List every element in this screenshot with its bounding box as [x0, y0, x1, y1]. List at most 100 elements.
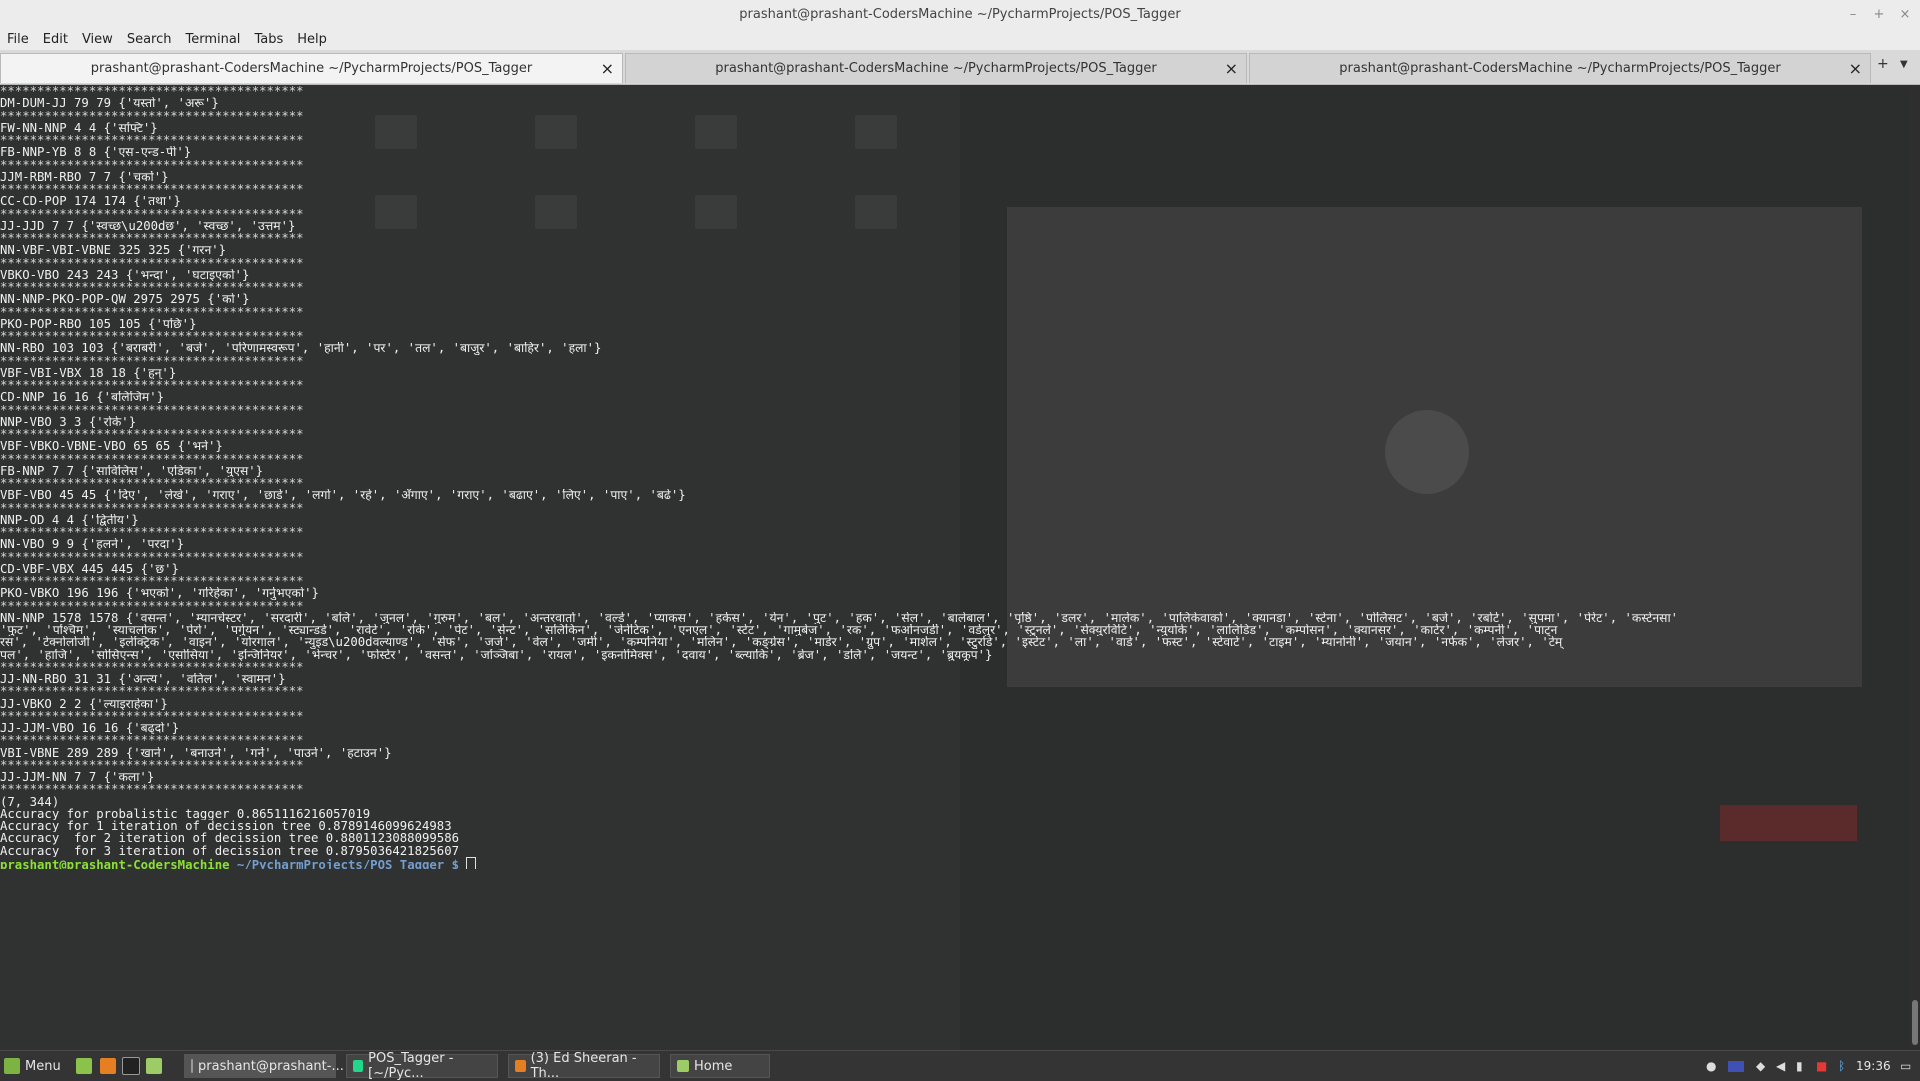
desktop-icon	[76, 1058, 92, 1074]
task-home-label: Home	[694, 1058, 733, 1074]
start-menu-button[interactable]: Menu	[4, 1051, 61, 1081]
launcher-files[interactable]	[146, 1051, 167, 1081]
task-home[interactable]: Home	[670, 1054, 770, 1078]
launcher-terminal[interactable]	[122, 1051, 145, 1081]
tab-bar: prashant@prashant-CodersMachine ~/Pychar…	[0, 50, 1920, 85]
terminal-line: (7, 344)	[0, 795, 60, 808]
terminal-line: ****************************************…	[0, 526, 304, 539]
terminal-line: ****************************************…	[0, 134, 304, 147]
terminal-icon	[191, 1059, 193, 1073]
terminal-line: ****************************************…	[0, 452, 304, 465]
terminal-line: PKO-VBKO 196 196 {'भएको', 'गरिहेका', 'गर…	[0, 587, 319, 600]
task-pycharm[interactable]: POS_Tagger - [~/Pyc...	[346, 1051, 498, 1081]
terminal-icon	[122, 1057, 140, 1075]
task-firefox-label: (3) Ed Sheeran - Th...	[530, 1051, 637, 1081]
terminal-line: ****************************************…	[0, 354, 304, 367]
show-desktop-button[interactable]	[76, 1051, 97, 1081]
menu-help[interactable]: Help	[290, 32, 334, 47]
tab-3[interactable]: prashant@prashant-CodersMachine ~/Pychar…	[1249, 53, 1871, 83]
scrollbar-thumb[interactable]	[1912, 1000, 1918, 1045]
terminal-line: रस', 'टेक्नोलोजी', 'इलेक्ट्रिक', 'वाइन',…	[0, 636, 1563, 649]
firefox-icon	[100, 1058, 116, 1074]
terminal-line: FB-NNP 7 7 {'साविलिस', 'एडिका', 'युएस'}	[0, 464, 264, 477]
tab-3-close-icon[interactable]: ×	[1849, 59, 1862, 78]
tab-2-label: prashant@prashant-CodersMachine ~/Pychar…	[715, 61, 1157, 76]
terminal-line: ****************************************…	[0, 379, 304, 392]
start-menu-label: Menu	[25, 1058, 61, 1074]
task-firefox[interactable]: (3) Ed Sheeran - Th...	[508, 1051, 660, 1081]
terminal-line: PKO-POP-RBO 105 105 {'पछि'}	[0, 317, 197, 330]
terminal-line: FB-NNP-YB 8 8 {'एस-एन्ड-पी'}	[0, 146, 192, 159]
terminal-line: JJ-JJM-NN 7 7 {'कला'}	[0, 771, 155, 784]
terminal-line: VBKO-VBO 243 243 {'भन्दा', 'घटाइएको'}	[0, 268, 250, 281]
terminal-line: Accuracy for 1 iteration of decission tr…	[0, 820, 452, 833]
network-icon[interactable]: ◆	[1756, 1059, 1770, 1073]
user-icon[interactable]: ●	[1706, 1059, 1720, 1073]
terminal-line: Accuracy for probalistic tagger 0.865111…	[0, 807, 371, 820]
terminal-line: ****************************************…	[0, 109, 304, 122]
menu-view[interactable]: View	[75, 32, 120, 47]
terminal-line: ****************************************…	[0, 158, 304, 171]
maximize-icon[interactable]: +	[1866, 0, 1892, 28]
tab-1[interactable]: prashant@prashant-CodersMachine ~/Pychar…	[0, 53, 623, 83]
notifications-icon[interactable]: ▭	[1900, 1059, 1914, 1073]
terminal-line: ****************************************…	[0, 305, 304, 318]
terminal-line: ****************************************…	[0, 207, 304, 220]
window-title: prashant@prashant-CodersMachine ~/Pychar…	[739, 6, 1181, 22]
battery-icon[interactable]: ▮	[1796, 1059, 1810, 1073]
terminal-line: ****************************************…	[0, 550, 304, 563]
menu-file[interactable]: File	[0, 32, 36, 47]
keyboard-layout-flag-icon[interactable]	[1728, 1061, 1744, 1072]
menu-terminal[interactable]: Terminal	[178, 32, 247, 47]
volume-icon[interactable]: ◀	[1776, 1059, 1790, 1073]
terminal-prompt[interactable]: prashant@prashant-CodersMachine ~/Pychar…	[0, 856, 1920, 869]
terminal-line: ****************************************…	[0, 330, 304, 343]
terminal-line: ****************************************…	[0, 599, 304, 612]
terminal-line: ****************************************…	[0, 575, 304, 588]
terminal-view[interactable]: ****************************************…	[0, 85, 1920, 1050]
prompt-user: prashant@prashant-CodersMachine	[0, 857, 230, 869]
terminal-line: ****************************************…	[0, 256, 304, 269]
menu-edit[interactable]: Edit	[36, 32, 75, 47]
update-shield-icon[interactable]: ■	[1816, 1059, 1830, 1073]
terminal-line: ****************************************…	[0, 403, 304, 416]
terminal-line: ****************************************…	[0, 501, 304, 514]
terminal-line: CC-CD-POP 174 174 {'तथा'}	[0, 195, 181, 208]
terminal-scrollbar[interactable]	[1910, 85, 1920, 1050]
terminal-line: NNP-OD 4 4 {'द्वितीय'}	[0, 513, 139, 526]
menu-search[interactable]: Search	[120, 32, 179, 47]
terminal-line: ****************************************…	[0, 232, 304, 245]
menu-tabs[interactable]: Tabs	[247, 32, 290, 47]
terminal-line: NN-RBO 103 103 {'बराबरी', 'बजे', 'परिणाम…	[0, 342, 602, 355]
bluetooth-icon[interactable]: ᛒ	[1838, 1059, 1852, 1073]
terminal-line: NN-NNP 1578 1578 {'वसन्त', 'म्यानचेस्टर'…	[0, 611, 1679, 624]
terminal-line: JJ-VBKO 2 2 {'ल्याइराहेका'}	[0, 697, 168, 710]
clock[interactable]: 19:36	[1856, 1051, 1891, 1081]
terminal-line: NN-VBO 9 9 {'हलने', 'परदा'}	[0, 538, 185, 551]
new-tab-icon[interactable]: +	[1877, 56, 1889, 72]
terminal-line: CD-NNP 16 16 {'बलिजिम'}	[0, 391, 165, 404]
terminal-line: VBF-VBKO-VBNE-VBO 65 65 {'भने'}	[0, 440, 223, 453]
firefox-icon	[515, 1060, 526, 1072]
tab-2-close-icon[interactable]: ×	[1225, 59, 1238, 78]
prompt-path: ~/PycharmProjects/POS_Tagger $	[236, 857, 460, 869]
terminal-line: ****************************************…	[0, 281, 304, 294]
minimize-icon[interactable]: –	[1840, 0, 1866, 28]
tab-2[interactable]: prashant@prashant-CodersMachine ~/Pychar…	[625, 53, 1247, 83]
mint-logo-icon	[4, 1058, 20, 1074]
terminal-line: CD-VBF-VBX 445 445 {'छ'}	[0, 562, 179, 575]
terminal-line: FW-NN-NNP 4 4 {'सफ्टि'}	[0, 121, 158, 134]
terminal-line: JJ-JJD 7 7 {'स्वच्छ\u200dछ', 'स्वच्छ', '…	[0, 219, 296, 232]
terminal-line: 'फुट', 'पश्चिम', 'स्याचलोक', 'पेरो', 'पर…	[0, 624, 1558, 637]
task-terminal[interactable]: prashant@prashant-...	[184, 1054, 344, 1078]
task-terminal-label: prashant@prashant-...	[198, 1058, 344, 1074]
tab-1-close-icon[interactable]: ×	[601, 59, 614, 78]
terminal-line: NN-NNP-PKO-POP-QW 2975 2975 {'को'}	[0, 293, 250, 306]
terminal-line: VBF-VBO 45 45 {'दिए', 'लेखे', 'गराए', 'छ…	[0, 489, 686, 502]
terminal-line: ****************************************…	[0, 183, 304, 196]
tab-list-icon[interactable]: ▼	[1900, 59, 1908, 70]
close-icon[interactable]: ×	[1892, 0, 1918, 28]
terminal-line: ****************************************…	[0, 709, 304, 722]
terminal-line: VBF-VBI-VBX 18 18 {'हुन्'}	[0, 366, 177, 379]
launcher-firefox[interactable]	[100, 1051, 121, 1081]
